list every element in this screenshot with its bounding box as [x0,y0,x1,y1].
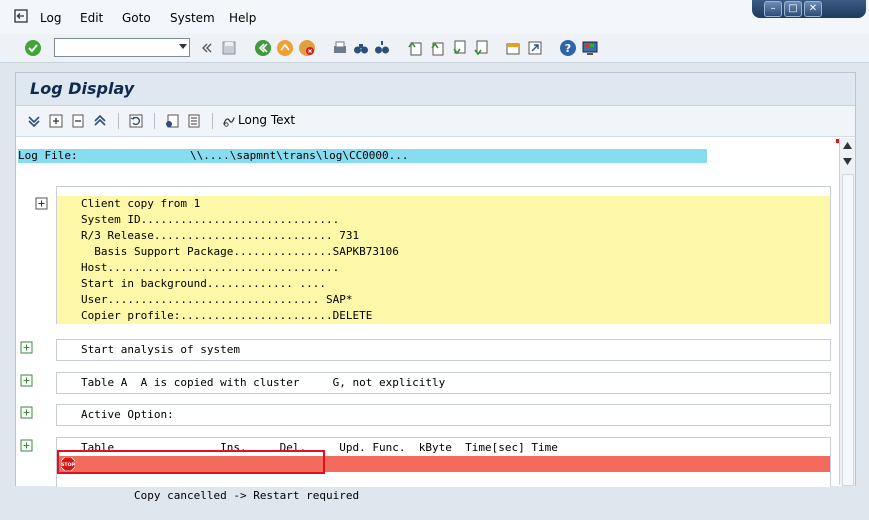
minimize-icon[interactable]: – [764,1,782,17]
double-left-arrow-icon[interactable] [198,39,216,57]
active-option-block: Active Option: [56,404,831,426]
log-row: System ID.............................. [57,212,830,228]
list-icon[interactable] [186,113,202,129]
refresh-icon[interactable] [128,113,144,129]
window-controls: – □ ✕ [752,0,866,18]
long-text-icon[interactable] [222,113,236,129]
log-row: R/3 Release........................... 7… [57,228,830,244]
vertical-scrollbar[interactable] [839,138,855,486]
help-icon[interactable]: ? [559,39,577,57]
menu-goto[interactable]: Goto [122,11,151,25]
expand-node-icon[interactable] [48,113,64,129]
node-expand-icon[interactable] [35,197,48,210]
header-block: Client copy from 1 System ID............… [56,186,831,324]
scroll-track[interactable] [842,174,854,486]
enter-check-icon[interactable] [24,39,42,57]
close-icon[interactable]: ✕ [804,1,822,17]
details-icon[interactable] [164,113,180,129]
log-file-path: \\....\sapmnt\trans\log\CC0000... [190,149,409,162]
svg-text:?: ? [565,42,571,55]
node-expand-icon[interactable] [20,439,33,452]
title-bar: Log Display [16,73,855,106]
collapse-all-icon[interactable] [92,113,108,129]
table-copied-block: Table A A is copied with cluster G, not … [56,372,831,394]
customize-layout-icon[interactable] [581,39,599,57]
scroll-down-icon[interactable] [843,158,852,165]
page-title: Log Display [30,79,135,98]
log-row: Basis Support Package...............SAPK… [57,244,830,260]
new-session-icon[interactable] [504,39,522,57]
command-field[interactable] [54,38,190,57]
menu-help[interactable]: Help [229,11,256,25]
application-toolbar: Long Text [16,106,855,137]
menu-log[interactable]: Log [40,11,61,25]
cancel-icon[interactable] [298,39,316,57]
long-text-button[interactable]: Long Text [238,113,295,127]
menu-system[interactable]: System [170,11,215,25]
node-expand-icon[interactable] [20,374,33,387]
log-file-label: Log File: [18,149,78,162]
expand-all-icon[interactable] [26,113,42,129]
save-icon[interactable] [220,39,238,57]
exit-icon[interactable] [276,39,294,57]
shortcut-icon[interactable] [526,39,544,57]
collapse-node-icon[interactable] [70,113,86,129]
log-row: Start in background............. .... [57,276,830,292]
next-page-icon[interactable] [450,39,468,57]
find-icon[interactable] [352,39,370,57]
print-icon[interactable] [331,39,349,57]
last-page-icon[interactable] [472,39,490,57]
back-icon[interactable] [254,39,272,57]
first-page-icon[interactable] [406,39,424,57]
log-row: Host................................... [57,260,830,276]
node-expand-icon[interactable] [20,406,33,419]
log-row: User................................ SAP… [57,292,830,308]
main-screen: Log Display Long Text Log File: \\....\s… [15,72,856,502]
log-row: Start analysis of system [57,342,830,358]
find-next-icon[interactable] [373,39,391,57]
log-row: Copier profile:.......................DE… [57,308,830,324]
error-message: Copy cancelled -> Restart required [133,489,360,502]
maximize-icon[interactable]: □ [784,1,802,17]
log-content: Log File: \\....\sapmnt\trans\log\CC0000… [16,137,840,502]
app-menu-icon[interactable] [14,9,28,23]
menu-edit[interactable]: Edit [80,11,103,25]
node-expand-icon[interactable] [20,341,33,354]
log-row: Active Option: [57,407,830,423]
menu-bar: Log Edit Goto System Help – □ ✕ [0,0,869,34]
log-row: Table A A is copied with cluster G, not … [57,375,830,391]
error-annotation-box [57,450,325,474]
analysis-block: Start analysis of system [56,339,831,361]
scroll-up-icon[interactable] [843,142,852,149]
log-row: Client copy from 1 [57,196,830,212]
chevron-down-icon[interactable] [179,44,187,49]
previous-page-icon[interactable] [428,39,446,57]
